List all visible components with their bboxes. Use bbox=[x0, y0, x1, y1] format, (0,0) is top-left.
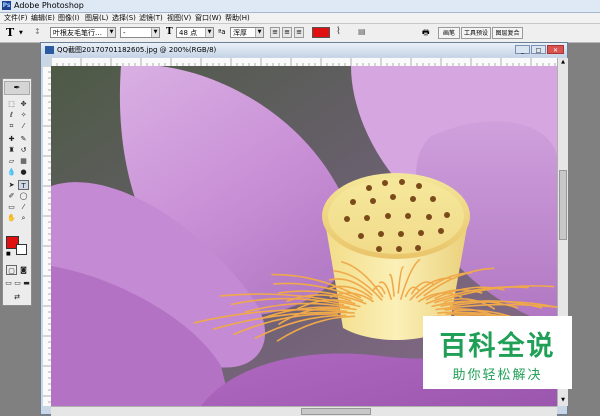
antialias-select[interactable]: 浑厚 ▼ bbox=[230, 27, 264, 38]
font-family-value: 叶根友毛笔行… bbox=[53, 29, 102, 37]
menu-layer[interactable]: 图层(L) bbox=[85, 13, 108, 23]
standard-mode-icon[interactable]: ▢ bbox=[6, 265, 17, 275]
zoom-tool-icon[interactable]: ⌕ bbox=[18, 213, 29, 223]
watermark-logo: 百科全说 助你轻松解决 bbox=[423, 316, 572, 389]
antialias-value: 浑厚 bbox=[233, 29, 247, 37]
tab-brushes[interactable]: 画笔 bbox=[438, 27, 460, 39]
scroll-up-icon[interactable]: ▲ bbox=[559, 58, 567, 67]
antialias-icon: ªa bbox=[218, 28, 226, 36]
eyedropper-icon[interactable]: ⁄ bbox=[18, 202, 29, 212]
brush-tool-icon[interactable]: ✎ bbox=[18, 134, 29, 144]
tab-layer-comps[interactable]: 图层复合 bbox=[492, 27, 523, 39]
marquee-tool-icon[interactable]: ⬚ bbox=[6, 99, 17, 109]
chevron-down-icon: ▼ bbox=[151, 28, 159, 37]
slice-tool-icon[interactable]: ⁄ bbox=[18, 121, 29, 131]
chevron-down-icon: ▼ bbox=[255, 28, 263, 37]
chevron-down-icon: ▼ bbox=[205, 28, 213, 37]
text-color-swatch[interactable] bbox=[312, 27, 330, 38]
watermark-title: 百科全说 bbox=[439, 331, 556, 362]
magic-wand-icon[interactable]: ✧ bbox=[18, 110, 29, 120]
healing-brush-icon[interactable]: ✚ bbox=[6, 134, 17, 144]
feather-icon[interactable]: ✒ bbox=[4, 81, 30, 95]
close-button[interactable]: ✕ bbox=[547, 45, 564, 54]
watermark-slogan: 助你轻松解决 bbox=[452, 368, 543, 383]
history-brush-icon[interactable]: ↺ bbox=[18, 145, 29, 155]
document-icon bbox=[45, 46, 54, 54]
vertical-scroll-thumb[interactable] bbox=[559, 170, 567, 240]
chevron-down-icon: ▼ bbox=[107, 28, 115, 37]
document-title: QQ截图20170701182605.jpg @ 200%(RGB/8) bbox=[57, 46, 217, 54]
horizontal-scroll-thumb[interactable] bbox=[301, 408, 371, 415]
menu-view[interactable]: 视图(V) bbox=[167, 13, 191, 23]
menu-bar: 文件(F) 编辑(E) 图像(I) 图层(L) 选择(S) 滤镜(T) 视图(V… bbox=[0, 13, 600, 24]
background-color-swatch[interactable] bbox=[16, 244, 27, 255]
move-tool-icon[interactable]: ✥ bbox=[18, 99, 29, 109]
screen-mode-standard-icon[interactable]: ▭ bbox=[4, 278, 13, 288]
gradient-tool-icon[interactable]: ▦ bbox=[18, 156, 29, 166]
maximize-button[interactable]: □ bbox=[531, 45, 546, 54]
font-size-select[interactable]: 48 点 ▼ bbox=[176, 27, 214, 38]
menu-help[interactable]: 帮助(H) bbox=[225, 13, 250, 23]
shape-tool-icon[interactable]: ◯ bbox=[18, 191, 29, 201]
menu-image[interactable]: 图像(I) bbox=[58, 13, 80, 23]
scroll-down-icon[interactable]: ▼ bbox=[559, 396, 567, 405]
orientation-toggle-icon[interactable]: ↕ bbox=[34, 27, 44, 38]
quick-mask-icon[interactable]: ◙ bbox=[18, 265, 29, 275]
crop-tool-icon[interactable]: ⌗ bbox=[6, 121, 17, 131]
document-title-bar[interactable]: QQ截图20170701182605.jpg @ 200%(RGB/8) _ □… bbox=[41, 43, 567, 57]
photoshop-icon: Ps bbox=[2, 1, 11, 10]
tab-tool-presets[interactable]: 工具预设 bbox=[461, 27, 491, 39]
menu-window[interactable]: 窗口(W) bbox=[195, 13, 221, 23]
font-style-select[interactable]: - ▼ bbox=[120, 27, 160, 38]
align-center-button[interactable]: ≡ bbox=[282, 27, 292, 38]
chevron-down-icon[interactable]: ▼ bbox=[19, 30, 23, 36]
font-style-value: - bbox=[123, 29, 126, 37]
clone-stamp-icon[interactable]: ♜ bbox=[6, 145, 17, 155]
warp-text-icon[interactable]: ⌇ bbox=[336, 26, 341, 37]
printer-icon[interactable]: 🖶 bbox=[422, 27, 434, 38]
hand-tool-icon[interactable]: ✋ bbox=[6, 213, 17, 223]
ruler-ticks bbox=[50, 58, 556, 66]
type-tool-icon[interactable]: T bbox=[6, 26, 14, 39]
dodge-tool-icon[interactable]: ● bbox=[18, 167, 29, 177]
toolbox: ✒ ⬚ ✥ ℓ ✧ ⌗ ⁄ ✚ ✎ ♜ ↺ ▱ ▦ 💧 ● ➤ T ✐ ◯ ▭ … bbox=[2, 78, 32, 306]
lasso-tool-icon[interactable]: ℓ bbox=[6, 110, 17, 120]
font-size-icon: T bbox=[166, 27, 173, 37]
text-color-fill bbox=[313, 28, 329, 37]
screen-mode-menu-icon[interactable]: ▭ bbox=[13, 278, 22, 288]
ruler-ticks bbox=[43, 65, 51, 403]
screen-mode-full-icon[interactable]: ▬ bbox=[22, 278, 31, 288]
align-right-button[interactable]: ≡ bbox=[294, 27, 304, 38]
app-title: Adobe Photoshop bbox=[14, 1, 84, 10]
eraser-tool-icon[interactable]: ▱ bbox=[6, 156, 17, 166]
notes-tool-icon[interactable]: ▭ bbox=[6, 202, 17, 212]
font-family-select[interactable]: 叶根友毛笔行… ▼ bbox=[50, 27, 116, 38]
palette-toggle-icon[interactable]: ▤ bbox=[358, 27, 366, 36]
blur-tool-icon[interactable]: 💧 bbox=[6, 167, 17, 177]
menu-select[interactable]: 选择(S) bbox=[112, 13, 136, 23]
menu-edit[interactable]: 编辑(E) bbox=[31, 13, 55, 23]
app-title-bar: Ps Adobe Photoshop bbox=[0, 0, 600, 13]
minimize-button[interactable]: _ bbox=[515, 45, 530, 54]
jump-to-imageready-icon[interactable]: ⇄ bbox=[6, 292, 28, 302]
default-colors-icon[interactable]: ■ bbox=[6, 251, 12, 257]
pen-tool-icon[interactable]: ✐ bbox=[6, 191, 17, 201]
menu-filter[interactable]: 滤镜(T) bbox=[139, 13, 163, 23]
menu-file[interactable]: 文件(F) bbox=[4, 13, 28, 23]
path-selection-icon[interactable]: ➤ bbox=[6, 180, 17, 190]
align-left-button[interactable]: ≡ bbox=[270, 27, 280, 38]
type-tool-icon[interactable]: T bbox=[18, 180, 29, 190]
font-size-value: 48 点 bbox=[179, 29, 198, 37]
